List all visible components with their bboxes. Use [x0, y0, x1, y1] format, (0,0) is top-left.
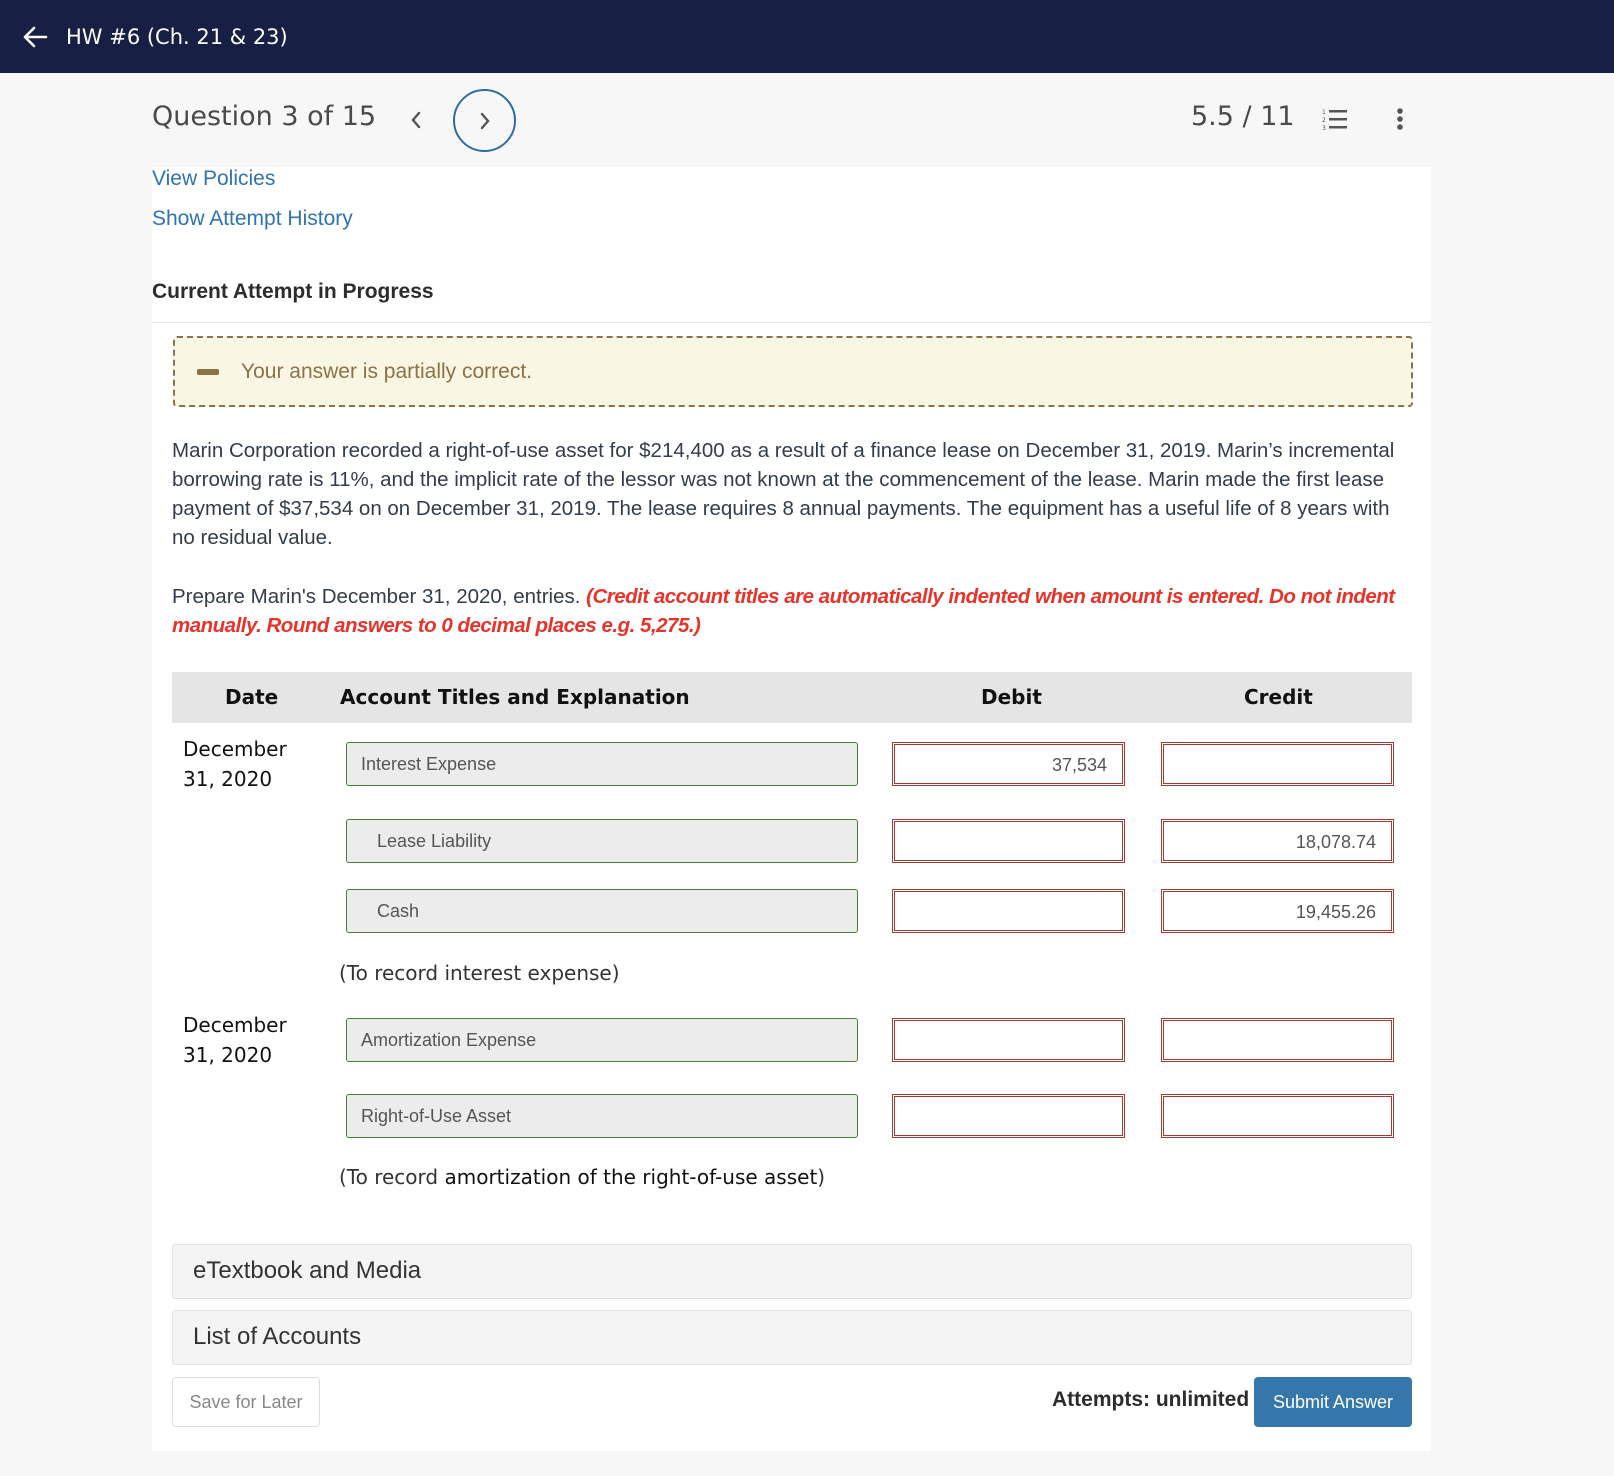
svg-text:1: 1 — [1322, 109, 1326, 116]
divider — [152, 322, 1431, 323]
etextbook-accordion[interactable]: eTextbook and Media — [172, 1244, 1412, 1299]
note-suffix: ) — [817, 1165, 826, 1189]
top-bar: HW #6 (Ch. 21 & 23) — [0, 0, 1614, 73]
more-options-button[interactable] — [1390, 105, 1410, 135]
list-of-accounts-accordion[interactable]: List of Accounts — [172, 1310, 1412, 1365]
back-button[interactable] — [20, 22, 50, 52]
header-account: Account Titles and Explanation — [340, 685, 690, 709]
account-input[interactable]: Cash — [346, 889, 858, 933]
arrow-left-icon — [23, 26, 48, 47]
account-input[interactable]: Right-of-Use Asset — [346, 1094, 858, 1138]
svg-text:3: 3 — [1322, 125, 1326, 132]
credit-input[interactable]: 18,078.74 — [1161, 819, 1394, 863]
entry-date: December 31, 2020 — [183, 737, 287, 791]
chevron-left-icon — [411, 111, 421, 129]
feedback-banner: Your answer is partially correct. — [173, 336, 1413, 407]
credit-input[interactable]: 19,455.26 — [1161, 889, 1394, 933]
submit-answer-button[interactable]: Submit Answer — [1254, 1377, 1412, 1427]
instructions: Prepare Marin's December 31, 2020, entri… — [172, 582, 1412, 640]
header-credit: Credit — [1244, 685, 1313, 709]
entry-date: December 31, 2020 — [183, 1013, 287, 1067]
save-for-later-button[interactable]: Save for Later — [172, 1377, 320, 1427]
account-input[interactable]: Interest Expense — [346, 742, 858, 786]
vertical-ellipsis-icon — [1397, 108, 1403, 130]
credit-input[interactable] — [1161, 1018, 1394, 1062]
note-rest: amortization of the right-of-use asset — [444, 1165, 818, 1189]
show-attempt-history-link[interactable]: Show Attempt History — [152, 207, 353, 231]
next-question-button[interactable] — [453, 89, 516, 152]
credit-input[interactable] — [1161, 1094, 1394, 1138]
question-counter: Question 3 of 15 — [152, 101, 377, 132]
account-input[interactable]: Amortization Expense — [346, 1018, 858, 1062]
entry-note: (To record amortization of the right-of-… — [339, 1165, 825, 1189]
debit-input[interactable] — [892, 1094, 1125, 1138]
attempts-label: Attempts: unlimited — [1052, 1388, 1250, 1411]
entry-note: (To record interest expense) — [339, 961, 620, 985]
header-date: Date — [225, 685, 279, 709]
debit-input[interactable] — [892, 819, 1125, 863]
view-policies-link[interactable]: View Policies — [152, 167, 275, 191]
numbered-list-icon: 1 2 3 — [1322, 109, 1347, 132]
debit-input[interactable]: 37,534 — [892, 742, 1125, 786]
previous-question-button[interactable] — [401, 103, 431, 137]
assignment-title: HW #6 (Ch. 21 & 23) — [66, 24, 288, 49]
note-prefix: (To record — [339, 1165, 445, 1189]
debit-input[interactable] — [892, 1018, 1125, 1062]
credit-input[interactable] — [1161, 742, 1394, 786]
account-input[interactable]: Lease Liability — [346, 819, 858, 863]
problem-text: Marin Corporation recorded a right-of-us… — [172, 439, 1395, 549]
score-display: 5.5 / 11 — [1191, 101, 1295, 132]
minus-icon — [197, 368, 219, 375]
attempt-heading: Current Attempt in Progress — [152, 280, 434, 303]
chevron-right-icon — [480, 112, 490, 129]
journal-table-header: Date Account Titles and Explanation Debi… — [172, 672, 1412, 723]
instruction-text: Prepare Marin's December 31, 2020, entri… — [172, 585, 587, 608]
header-debit: Debit — [981, 685, 1042, 709]
svg-text:2: 2 — [1322, 117, 1326, 124]
question-navigation: Question 3 of 15 5.5 / 11 1 2 3 — [0, 73, 1614, 167]
debit-input[interactable] — [892, 889, 1125, 933]
question-list-button[interactable]: 1 2 3 — [1320, 105, 1350, 135]
question-panel: View Policies Show Attempt History Curre… — [152, 167, 1431, 1451]
feedback-message: Your answer is partially correct. — [241, 359, 533, 383]
